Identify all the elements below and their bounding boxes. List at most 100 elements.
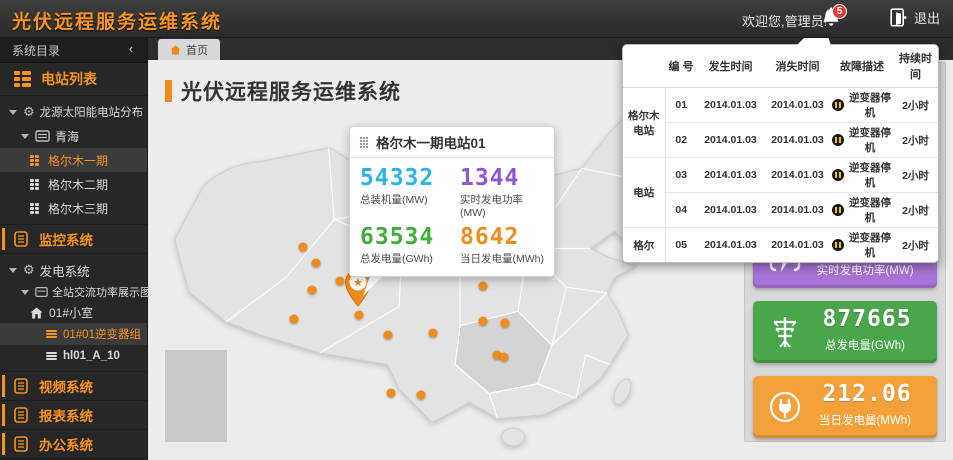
sidebar-item-device[interactable]: hl01_A_10: [0, 345, 147, 367]
cell-occur: 2014.01.03: [697, 123, 764, 158]
sidebar-item-distribution[interactable]: ⚙ 龙源太阳能电站分布: [0, 100, 147, 124]
report-system-icon: [14, 407, 29, 423]
drag-handle-icon[interactable]: [360, 137, 368, 148]
station-dot[interactable]: [417, 391, 426, 400]
app-title: 光伏远程服务运维系统: [12, 7, 222, 34]
sidebar: 系统目录 ‹ 电站列表 ⚙ 龙源太阳能电站分布 青海 格: [0, 38, 148, 460]
logout-button[interactable]: 退出: [890, 8, 940, 27]
col-occur-time: 发生时间: [697, 45, 764, 88]
station-grid-icon: [30, 179, 41, 190]
tab-home[interactable]: 首页: [158, 39, 220, 60]
cell-clear: 2014.01.03: [764, 158, 831, 193]
cell-clear: 2014.01.03: [764, 228, 831, 263]
station-dot[interactable]: [290, 315, 299, 324]
metric-label: 当日发电量(MWh): [460, 251, 544, 266]
sidebar-item-office[interactable]: 办公系统: [0, 429, 147, 459]
expand-triangle-icon[interactable]: [9, 268, 17, 273]
sidebar-title: 系统目录: [12, 42, 60, 59]
cell-no: 02: [665, 123, 697, 158]
sidebar-item-generation[interactable]: ⚙ 发电系统: [0, 258, 147, 282]
monitor-label: 监控系统: [39, 229, 93, 249]
station-dot[interactable]: [500, 353, 509, 362]
top-header: 光伏远程服务运维系统 欢迎您,管理员! 5 退出: [0, 0, 953, 38]
gear-icon: ⚙: [23, 263, 35, 278]
sidebar-collapse-button[interactable]: ‹: [123, 42, 139, 58]
sidebar-item-province[interactable]: 青海: [0, 124, 147, 148]
video-system-icon: [14, 378, 29, 394]
cell-fault: 逆变器停机: [831, 158, 893, 193]
col-fault-desc: 故障描述: [831, 45, 893, 88]
gear-icon: ⚙: [23, 105, 35, 120]
office-system-icon: [14, 436, 29, 452]
station-group-label: 格尔: [623, 228, 665, 263]
metric-label: 总发电量(GWh): [360, 251, 456, 266]
station-popup-title: 格尔木一期电站01: [376, 132, 486, 152]
fault-pause-icon: [832, 169, 844, 181]
alarm-row: 04 2014.01.03 2014.01.03 逆变器停机 2小时: [623, 193, 938, 228]
cell-occur: 2014.01.03: [697, 193, 764, 228]
sidebar-item-video[interactable]: 视频系统: [0, 371, 147, 401]
station-dot[interactable]: [501, 319, 510, 328]
welcome-text: 欢迎您,管理员!: [742, 11, 827, 30]
station-dot[interactable]: [355, 311, 364, 320]
expand-triangle-icon[interactable]: [21, 134, 29, 139]
card-value: 212.06: [803, 381, 931, 407]
fault-pause-icon: [832, 134, 844, 146]
page-heading: 光伏远程服务运维系统: [165, 76, 401, 106]
station-dot[interactable]: [384, 331, 393, 340]
sidebar-item-room[interactable]: 01#小室: [0, 302, 147, 323]
fault-pause-icon: [832, 239, 844, 251]
video-label: 视频系统: [39, 376, 93, 396]
card-label: 实时发电功率(MW): [799, 262, 931, 278]
station-dot[interactable]: [299, 243, 308, 252]
sidebar-item-phase3[interactable]: 格尔木三期: [0, 196, 147, 220]
sidebar-item-phase2[interactable]: 格尔木二期: [0, 172, 147, 196]
sidebar-item-report[interactable]: 报表系统: [0, 400, 147, 430]
alarm-bell-button[interactable]: 5: [820, 6, 850, 34]
phase1-label: 格尔木一期: [48, 152, 108, 169]
cell-clear: 2014.01.03: [764, 88, 831, 123]
phase2-label: 格尔木二期: [48, 176, 108, 193]
fault-pause-icon: [832, 99, 844, 111]
station-dot[interactable]: [387, 389, 396, 398]
card-total-generation[interactable]: 877665 总发电量(GWh): [753, 301, 937, 363]
alarm-row: 电站 03 2014.01.03 2014.01.03 逆变器停机 2小时: [623, 158, 938, 193]
sidebar-item-station-list[interactable]: 电站列表: [0, 63, 147, 96]
sidebar-item-phase1[interactable]: 格尔木一期: [0, 148, 147, 172]
phase3-label: 格尔木三期: [48, 200, 108, 217]
ac-power-chart-label: 全站交流功率展示图: [52, 284, 151, 300]
cell-fault: 逆变器停机: [831, 228, 893, 263]
station-dot[interactable]: [312, 259, 321, 268]
station-metrics: 54332 总装机量(MW) 1344 实时发电功率(MW) 63534 总发电…: [350, 158, 554, 276]
station-dot[interactable]: [308, 286, 317, 295]
sidebar-item-inverter-group[interactable]: 01#01逆变器组: [0, 323, 147, 345]
sidebar-item-monitor[interactable]: 监控系统: [0, 224, 147, 254]
cell-fault: 逆变器停机: [831, 123, 893, 158]
station-dot[interactable]: [479, 282, 488, 291]
alarm-row: 格尔木电站 01 2014.01.03 2014.01.03 逆变器停机 2小时: [623, 88, 938, 123]
expand-triangle-icon[interactable]: [21, 290, 29, 295]
station-dot[interactable]: [429, 329, 438, 338]
report-label: 报表系统: [39, 405, 93, 425]
cell-duration: 2小时: [893, 123, 938, 158]
station-dot[interactable]: [479, 317, 488, 326]
cell-occur: 2014.01.03: [697, 228, 764, 263]
sidebar-item-ac-power-chart[interactable]: 全站交流功率展示图: [0, 282, 147, 302]
metric-installed-capacity: 54332 总装机量(MW): [360, 166, 456, 219]
page-title: 光伏远程服务运维系统: [181, 76, 401, 106]
station-popup: 格尔木一期电站01 54332 总装机量(MW) 1344 实时发电功率(MW)…: [349, 126, 555, 277]
inverter-bars-icon: [46, 330, 57, 338]
metric-value: 1344: [460, 166, 544, 190]
chart-panel-icon: [35, 284, 48, 300]
cell-no: 05: [665, 228, 697, 263]
alarm-row: 格尔 05 2014.01.03 2014.01.03 逆变器停机 2小时: [623, 228, 938, 263]
expand-triangle-icon[interactable]: [9, 110, 17, 115]
card-daily-generation[interactable]: 212.06 当日发电量(MWh): [753, 376, 937, 438]
room-label: 01#小室: [49, 304, 93, 321]
cell-clear: 2014.01.03: [764, 193, 831, 228]
cell-fault: 逆变器停机: [831, 88, 893, 123]
metric-label: 实时发电功率(MW): [460, 192, 544, 219]
cell-duration: 2小时: [893, 88, 938, 123]
inverter-group-label: 01#01逆变器组: [63, 326, 141, 342]
device-label: hl01_A_10: [63, 350, 120, 362]
